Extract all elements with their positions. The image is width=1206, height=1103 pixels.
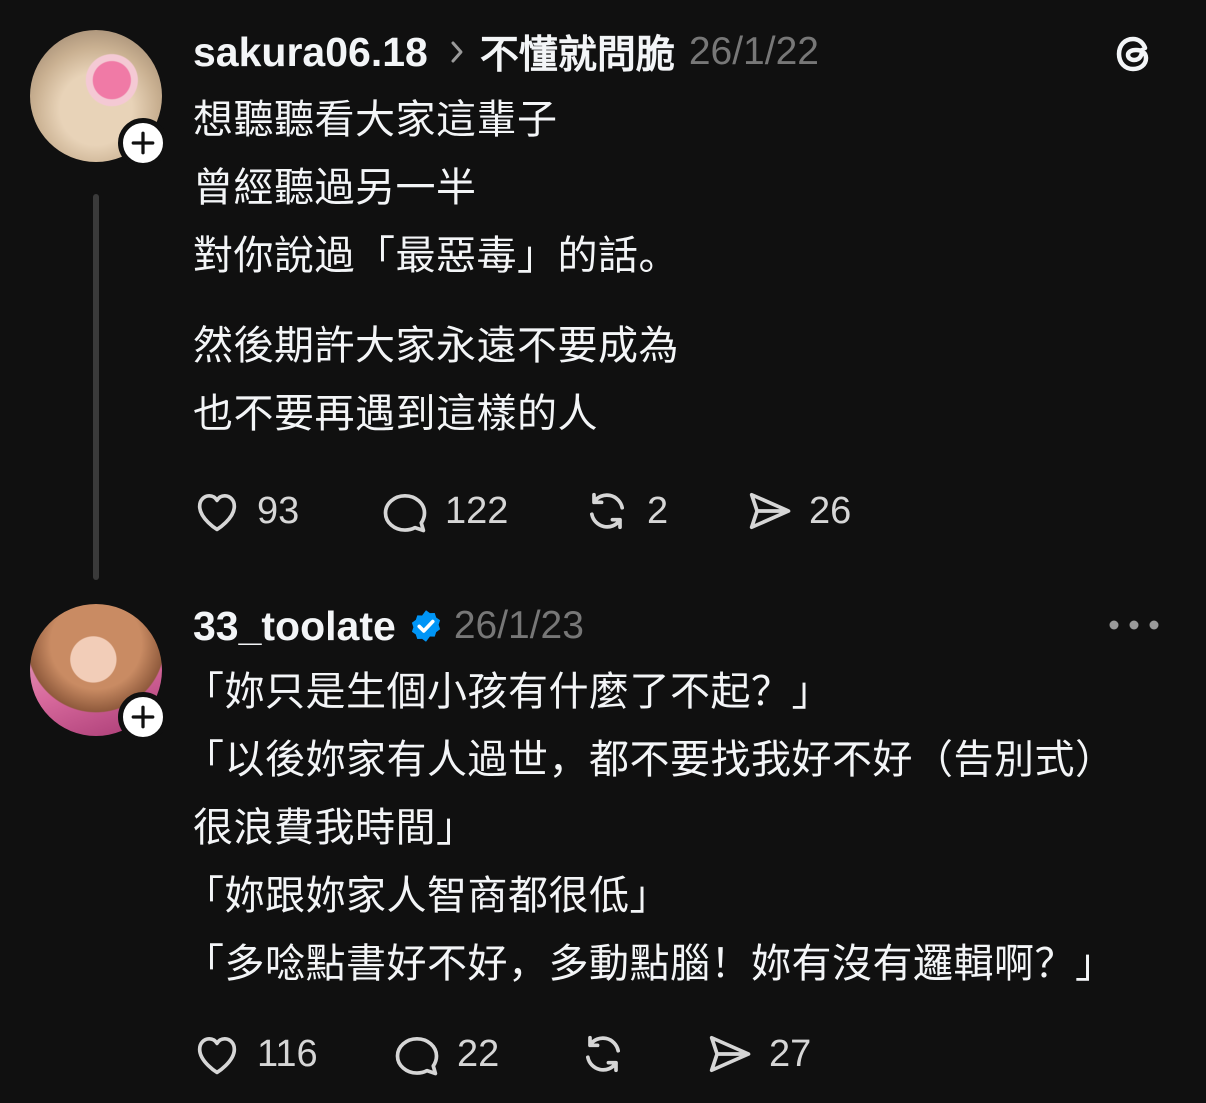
heart-icon — [197, 493, 237, 532]
share-count: 27 — [769, 1032, 812, 1075]
repost-icon — [589, 492, 625, 530]
author-avatar-container[interactable] — [30, 30, 168, 168]
more-icon[interactable] — [1108, 610, 1160, 640]
reply-button[interactable]: 22 — [391, 1028, 577, 1080]
post-body: 「妳只是生個小孩有什麼了不起？」 「以後妳家有人過世，都不要找我好不好（告別式）… — [184, 658, 1116, 998]
share-count: 26 — [809, 489, 852, 532]
send-icon — [749, 492, 791, 530]
repost-count: 2 — [647, 489, 669, 532]
username[interactable]: sakura06.18 — [193, 29, 428, 76]
repost-button[interactable]: 2 — [581, 485, 743, 537]
post-header: 33_toolate 26/1/23 — [193, 598, 584, 654]
topic-tag[interactable]: 不懂就問脆 — [480, 24, 675, 80]
comment-icon — [395, 1036, 439, 1076]
plus-icon — [131, 131, 155, 155]
author-avatar-container[interactable] — [30, 604, 168, 742]
repost-icon — [585, 1035, 621, 1073]
post-text-line: 「以後妳家有人過世，都不要找我好不好（告別式） — [184, 737, 1116, 783]
post-text-line: 曾經聽過另一半 — [193, 165, 477, 211]
post-header: sakura06.18 不懂就問脆 26/1/22 — [193, 24, 819, 80]
repost-button[interactable] — [577, 1028, 703, 1080]
post-text-line: 「妳只是生個小孩有什麼了不起？」 — [184, 669, 832, 715]
thread-post: sakura06.18 不懂就問脆 26/1/22 想聽聽看大家這輩子 曾經聽過… — [0, 0, 1206, 590]
post-text-line: 對你說過「最惡毒」的話。 — [193, 233, 679, 279]
heart-icon — [197, 1036, 237, 1075]
username[interactable]: 33_toolate — [193, 603, 396, 650]
like-count: 93 — [257, 489, 300, 532]
like-button[interactable]: 116 — [191, 1028, 391, 1080]
reply-post: 33_toolate 26/1/23 「妳只是生個小孩有什麼了不起？」 「以後妳… — [0, 590, 1206, 1103]
post-body: 想聽聽看大家這輩子 曾經聽過另一半 對你說過「最惡毒」的話。 然後期許大家永遠不… — [193, 86, 679, 448]
like-button[interactable]: 93 — [191, 485, 379, 537]
verified-badge-icon — [411, 610, 440, 642]
share-button[interactable]: 26 — [743, 485, 851, 537]
post-actions: 116 22 27 — [191, 1026, 811, 1082]
post-text-line: 然後期許大家永遠不要成為 — [193, 323, 679, 369]
post-actions: 93 122 2 26 — [191, 483, 851, 539]
plus-icon — [131, 705, 155, 729]
follow-button[interactable] — [118, 118, 168, 168]
reply-count: 22 — [457, 1032, 500, 1075]
comment-icon — [383, 493, 427, 533]
like-count: 116 — [257, 1032, 318, 1075]
timestamp: 26/1/22 — [688, 30, 819, 73]
post-text-line: 很浪費我時間」 — [193, 805, 477, 851]
post-text-line: 想聽聽看大家這輩子 — [193, 97, 558, 143]
reply-count: 122 — [445, 489, 509, 532]
thread-connector-line — [93, 194, 99, 580]
follow-button[interactable] — [118, 692, 168, 742]
threads-logo-icon[interactable] — [1108, 28, 1160, 80]
chevron-right-icon — [451, 41, 463, 63]
post-text-line: 「多唸點書好不好，多動點腦！妳有沒有邏輯啊？」 — [184, 941, 1116, 987]
post-text-line: 「妳跟妳家人智商都很低」 — [184, 873, 670, 919]
share-button[interactable]: 27 — [703, 1028, 811, 1080]
send-icon — [709, 1035, 751, 1073]
post-text-line: 也不要再遇到這樣的人 — [193, 391, 598, 437]
timestamp: 26/1/23 — [453, 604, 584, 647]
reply-button[interactable]: 122 — [379, 485, 581, 537]
